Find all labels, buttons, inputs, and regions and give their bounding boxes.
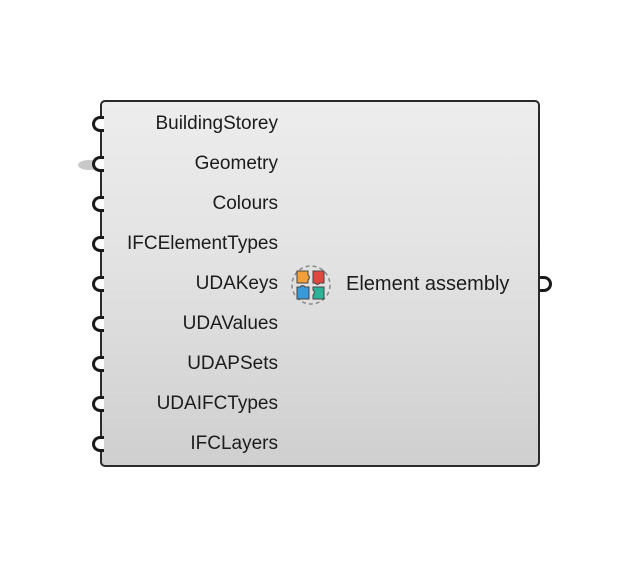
input-label-udapsets[interactable]: UDAPSets <box>187 353 278 375</box>
input-label-geometry[interactable]: Geometry <box>195 153 278 175</box>
output-grip[interactable] <box>540 276 552 292</box>
input-grip-ifclayers[interactable] <box>92 436 104 452</box>
input-label-buildingstorey[interactable]: BuildingStorey <box>155 113 278 135</box>
input-grip-udaifctypes[interactable] <box>92 396 104 412</box>
input-grip-buildingstorey[interactable] <box>92 116 104 132</box>
input-grip-udavalues[interactable] <box>92 316 104 332</box>
component-name: Element assembly <box>346 273 510 295</box>
input-grip-udapsets[interactable] <box>92 356 104 372</box>
input-grip-ifcelementtypes[interactable] <box>92 236 104 252</box>
input-label-ifclayers[interactable]: IFCLayers <box>190 433 278 455</box>
grasshopper-canvas: BuildingStorey Geometry Colours IFCEleme… <box>0 0 640 568</box>
input-label-colours[interactable]: Colours <box>213 193 278 215</box>
input-grip-geometry[interactable] <box>92 156 104 172</box>
input-label-udaifctypes[interactable]: UDAIFCTypes <box>157 393 278 415</box>
puzzle-pieces-icon <box>291 265 331 305</box>
puzzle-piece-red <box>312 270 325 285</box>
puzzle-piece-orange <box>296 270 310 284</box>
puzzle-piece-teal <box>312 286 325 300</box>
input-label-ifcelementtypes[interactable]: IFCElementTypes <box>127 233 278 255</box>
input-grip-colours[interactable] <box>92 196 104 212</box>
puzzle-piece-blue <box>296 285 310 300</box>
input-label-udavalues[interactable]: UDAValues <box>183 313 278 335</box>
input-label-udakeys[interactable]: UDAKeys <box>196 273 278 295</box>
input-grip-udakeys[interactable] <box>92 276 104 292</box>
